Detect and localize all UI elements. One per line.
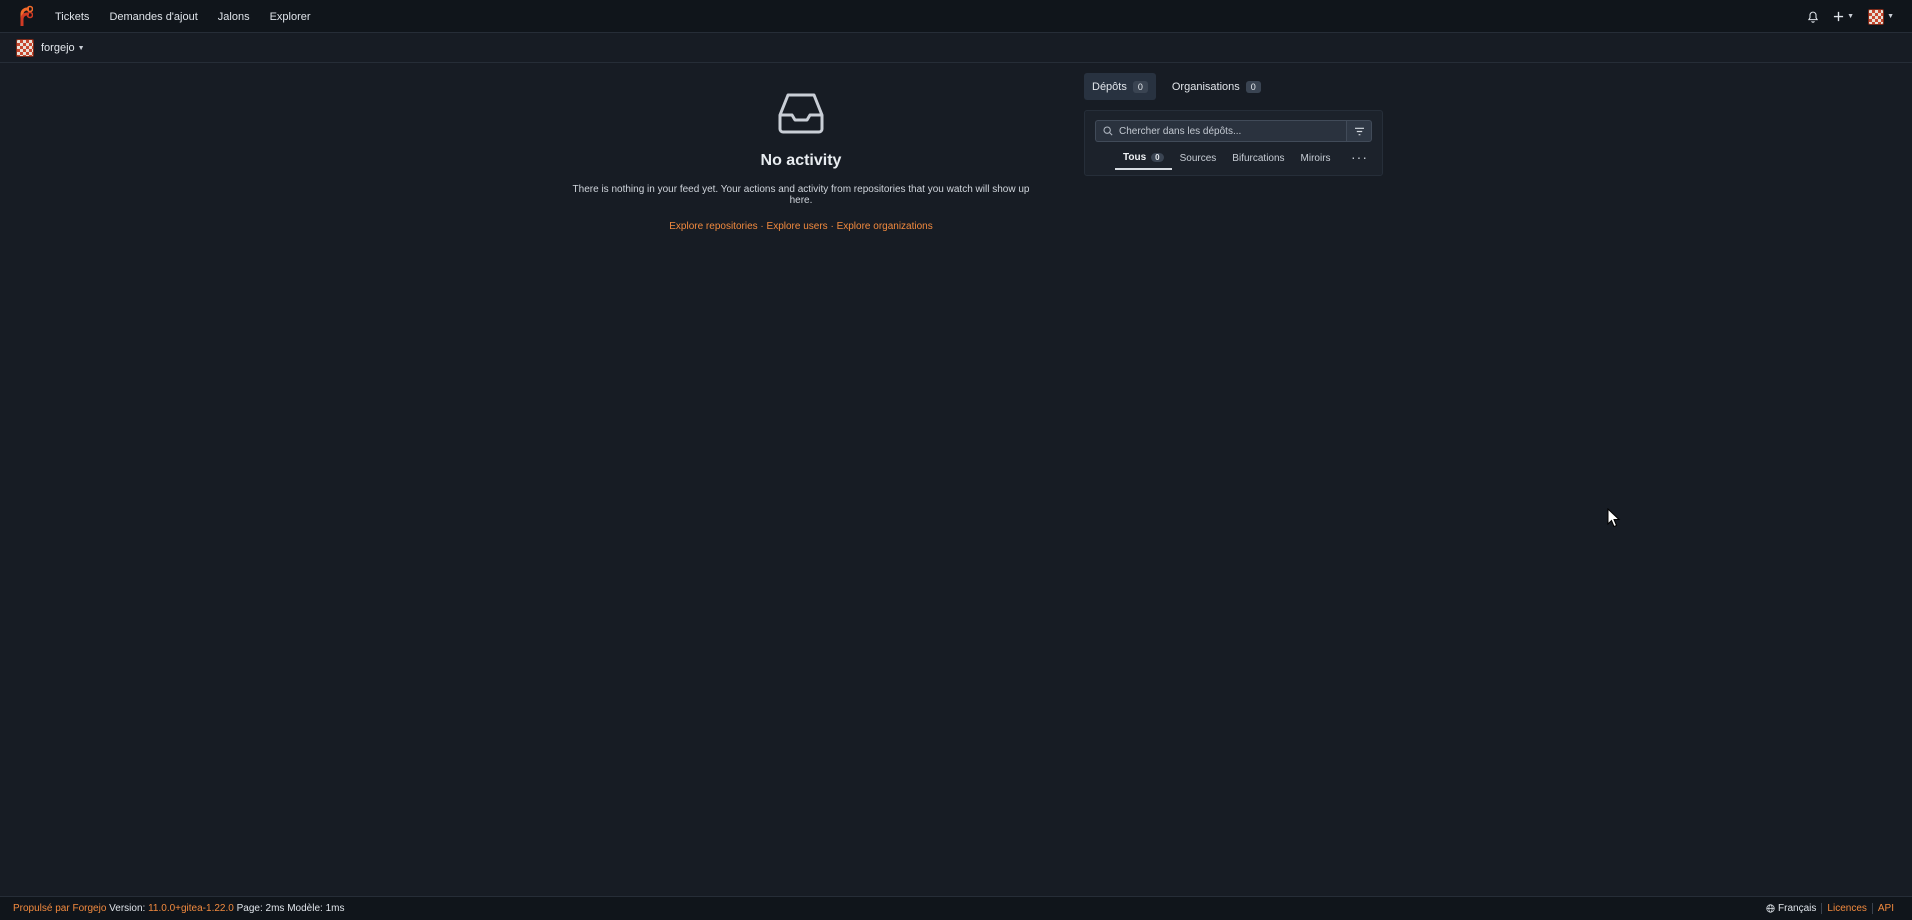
explore-repositories-link[interactable]: Explore repositories [669,221,757,232]
search-box [1095,120,1346,142]
language-label: Français [1778,903,1817,914]
powered-by-link[interactable]: Propulsé par Forgejo [13,903,106,914]
notifications-button[interactable] [1807,11,1819,23]
count-badge: 0 [1132,80,1148,93]
separator: · [760,221,764,232]
context-bar: forgejo ▼ [0,33,1912,63]
dashboard-sidebar: Dépôts 0 Organisations 0 Chercher dans l… [1084,73,1383,176]
tab-label: Dépôts [1092,80,1127,93]
subtab-sources[interactable]: Sources [1172,147,1225,170]
bell-icon [1808,11,1819,23]
api-link[interactable]: API [1871,903,1899,914]
top-navbar: Tickets Demandes d'ajout Jalons Explorer… [0,0,1912,33]
repo-search-panel: Tous 0 Sources Bifurcations Miroirs ··· [1084,110,1383,176]
nav-item-pull-requests[interactable]: Demandes d'ajout [109,11,197,23]
subtab-label: Bifurcations [1232,153,1285,164]
template-time-value: 1ms [325,903,345,914]
sidebar-tabs: Dépôts 0 Organisations 0 [1084,73,1383,100]
version-label: Version: [109,903,146,914]
explore-users-link[interactable]: Explore users [767,221,828,232]
page-time-value: 2ms [265,903,285,914]
template-time-label: Modèle: [287,903,323,914]
page-footer: Propulsé par Forgejo Version: 11.0.0+git… [0,896,1912,920]
create-new-button[interactable]: ▼ [1833,11,1854,22]
subtab-label: Miroirs [1300,153,1331,164]
context-user-name: forgejo [41,42,75,54]
filter-button[interactable] [1346,120,1372,142]
version-value: 11.0.0+gitea-1.22.0 [148,903,234,914]
subtab-mirrors[interactable]: Miroirs [1293,147,1339,170]
subtab-all[interactable]: Tous 0 [1115,147,1172,170]
explore-organizations-link[interactable]: Explore organizations [837,221,933,232]
empty-state-title: No activity [760,152,842,169]
avatar [16,39,34,57]
mouse-cursor-icon [1607,508,1621,528]
more-options-icon[interactable]: ··· [1351,150,1368,164]
main-nav: Tickets Demandes d'ajout Jalons Explorer [55,0,311,33]
globe-icon [1766,904,1775,913]
context-switcher[interactable]: forgejo ▼ [16,39,85,57]
chevron-down-icon: ▼ [77,44,85,52]
repo-filter-tabs: Tous 0 Sources Bifurcations Miroirs ··· [1095,147,1372,170]
count-badge: 0 [1151,153,1164,162]
nav-item-tickets[interactable]: Tickets [55,11,89,23]
chevron-down-icon: ▼ [1847,13,1855,20]
avatar [1868,8,1885,25]
licenses-link[interactable]: Licences [1821,903,1871,914]
empty-state-message: There is nothing in your feed yet. Your … [572,184,1030,206]
forgejo-logo-icon[interactable] [17,5,33,27]
subtab-label: Tous [1123,152,1147,163]
activity-feed: No activity There is nothing in your fee… [560,92,1042,232]
user-menu-button[interactable]: ▼ [1868,8,1894,25]
separator: · [830,221,834,232]
search-icon [1103,126,1113,136]
subtab-label: Sources [1179,153,1217,164]
nav-item-milestones[interactable]: Jalons [218,11,250,23]
language-selector[interactable]: Français [1761,903,1821,914]
top-right-actions: ▼ ▼ [1807,0,1894,33]
footer-info: Propulsé par Forgejo Version: 11.0.0+git… [13,903,344,914]
chevron-down-icon: ▼ [1887,13,1894,20]
page-time-label: Page: [236,903,263,914]
footer-links: Français Licences API [1761,903,1899,914]
explore-links: Explore repositories · Explore users · E… [560,221,1042,232]
inbox-icon [778,93,824,134]
filter-icon [1354,127,1364,135]
tab-repositories[interactable]: Dépôts 0 [1084,73,1156,100]
repo-search-input[interactable] [1119,125,1319,137]
plus-icon [1834,11,1844,22]
tab-label: Organisations [1171,80,1240,93]
tab-organizations[interactable]: Organisations 0 [1164,73,1269,100]
nav-item-explore[interactable]: Explorer [270,11,311,23]
subtab-forks[interactable]: Bifurcations [1224,147,1292,170]
count-badge: 0 [1245,80,1261,93]
search-row [1095,120,1372,142]
